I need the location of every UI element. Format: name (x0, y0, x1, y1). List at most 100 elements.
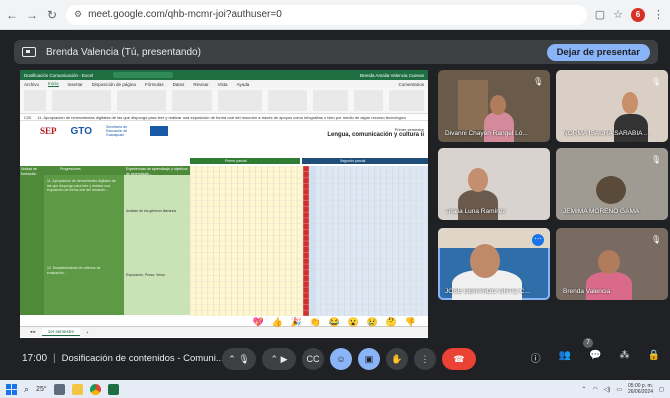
parcial-1-label: Primer parcial (225, 159, 247, 163)
screen: ← → ↻ ⚙ meet.google.com/qhb-mcmr-joi?aut… (0, 0, 670, 398)
bookmark-star-icon[interactable]: ☆ (613, 8, 623, 21)
microphone-button[interactable]: ⌃ 🎙 (222, 348, 256, 370)
reaction-emoji[interactable]: 💖 (252, 316, 265, 329)
sheet-logos: SEP GTO Secretaría de Educación de Guana… (40, 125, 168, 137)
tab-nav-icon[interactable]: ◂ ▸ (30, 329, 36, 335)
menu-kebab-icon[interactable]: ⋮ (653, 8, 664, 21)
back-icon[interactable]: ← (6, 8, 18, 22)
sheet-tab[interactable]: 1er semestre (41, 328, 81, 336)
extensions-icon[interactable]: ▢ (595, 8, 605, 21)
chat-icon[interactable]: 💬 (589, 350, 601, 365)
participant-tile[interactable]: 🎙 Brenda Valencia (556, 228, 668, 300)
participant-tile[interactable]: 🎙 NORMA ISAURA SARABIA ... (556, 70, 668, 142)
weather-icon[interactable]: 25° (36, 386, 47, 393)
meeting-controls: 17:00 | Dosificación de contenidos - Com… (0, 336, 670, 380)
more-vert-icon: ⋮ (420, 353, 430, 364)
volume-icon[interactable]: ◁) (604, 386, 611, 393)
battery-icon[interactable]: ▭ (616, 386, 622, 393)
excel-menu-item[interactable]: Datos (173, 82, 185, 87)
wifi-icon[interactable]: ◠ (592, 386, 597, 393)
file-explorer-icon[interactable] (71, 383, 83, 395)
people-icon[interactable]: 👥 (559, 350, 571, 365)
muted-icon: 🎙 (651, 77, 662, 86)
leave-call-button[interactable]: ☎ (442, 348, 476, 370)
profile-avatar[interactable]: 6 (631, 7, 645, 22)
excel-menu-item[interactable]: Archivo (24, 82, 39, 87)
header-progresiones-text: Progresiones (60, 167, 81, 171)
captions-button[interactable]: CC (302, 348, 324, 370)
muted-icon: 🎙 (651, 155, 662, 164)
system-tray: ⌃ ◠ ◁) ▭ 05:00 p. m. 26/06/2024 ◻ (581, 383, 664, 395)
participant-name: JEMIMA MORENO GAMA (563, 208, 640, 215)
schedule-grid (190, 166, 428, 316)
present-button[interactable]: ▣ (358, 348, 380, 370)
excel-menu-item[interactable]: Revisar (193, 82, 208, 87)
reaction-emoji[interactable]: 👎 (404, 316, 417, 329)
chevron-up-icon: ⌃ (228, 353, 236, 364)
url-text: meet.google.com/qhb-mcmr-joi?authuser=0 (88, 9, 282, 20)
excel-icon[interactable] (107, 383, 119, 395)
reaction-emoji[interactable]: 👏 (309, 316, 322, 329)
excel-menu-item[interactable]: Fórmulas (145, 82, 164, 87)
participant-tile-active[interactable]: ⋯ JOSE GERARDO ORTIZ C... (438, 228, 550, 300)
institution-logo (150, 126, 168, 136)
activities-icon[interactable]: ⁂ (620, 350, 630, 365)
notification-icon[interactable]: ◻ (659, 386, 664, 393)
browser-actions: ▢ ☆ 6 ⋮ (595, 7, 664, 22)
meeting-title: Dosificación de contenidos - Comuni... (61, 352, 224, 364)
title-separator: | (53, 352, 56, 364)
excel-menu-item[interactable]: Disposición de página (92, 82, 136, 87)
reaction-emoji[interactable]: 😮 (347, 316, 360, 329)
reaction-emoji[interactable]: 🤔 (385, 316, 398, 329)
chrome-icon[interactable] (89, 383, 101, 395)
clock[interactable]: 05:00 p. m. 26/06/2024 (628, 383, 653, 395)
reaction-emoji[interactable]: 😂 (328, 316, 341, 329)
excel-ribbon (20, 88, 428, 114)
excel-menu-item[interactable]: Inicio (48, 81, 59, 87)
meeting-time: 17:00 (22, 352, 48, 364)
info-icon[interactable]: ⓘ (531, 350, 541, 365)
camera-button[interactable]: ⌃ ▶ (262, 348, 296, 370)
participant-tile[interactable]: 🎙 JEMIMA MORENO GAMA (556, 148, 668, 220)
muted-icon: 🎙 (651, 235, 662, 244)
windows-start-icon[interactable] (6, 383, 17, 395)
present-screen-icon (22, 47, 36, 57)
experiencia-text-1: Análisis de los géneros literarios (126, 209, 177, 213)
parcial-2-label: Segundo parcial (340, 159, 366, 163)
participant-tile[interactable]: Thalia Luna Ramírez (438, 148, 550, 220)
cell-reference: C20 (24, 114, 32, 120)
search-icon[interactable]: ⌕ (24, 384, 29, 395)
task-view-icon[interactable] (53, 383, 65, 395)
excel-formula-bar: C20 11. Apropiación de herramientas digi… (20, 114, 428, 121)
emoji-icon: ☺ (336, 354, 346, 364)
reaction-emoji[interactable]: 😢 (366, 316, 379, 329)
chevron-up-icon[interactable]: ⌃ (581, 386, 586, 393)
hand-icon: ✋ (391, 353, 403, 364)
address-bar[interactable]: ⚙ meet.google.com/qhb-mcmr-joi?authuser=… (66, 4, 587, 25)
emoji-button[interactable]: ☺ (330, 348, 352, 370)
excel-menu-item[interactable]: Ayuda (237, 82, 250, 87)
windows-taskbar: ⌕ 25° ⌃ ◠ ◁) ▭ 05:00 p. m. 26/06/2024 ◻ (0, 380, 670, 398)
reaction-emoji[interactable]: 👍 (271, 316, 284, 329)
excel-menu-item[interactable]: Insertar (68, 82, 83, 87)
stop-presenting-button[interactable]: Dejar de presentar (546, 43, 650, 61)
present-icon: ▣ (364, 353, 374, 364)
sep-logo: SEP (40, 126, 57, 136)
more-options-icon[interactable]: ⋯ (532, 234, 544, 246)
gto-logo-subtitle: Secretaría de Educación de Guanajuato (106, 125, 128, 137)
sheet-header: Primer semestre Lengua, comunicación y c… (327, 127, 424, 138)
participant-name: JOSE GERARDO ORTIZ C... (445, 288, 530, 295)
excel-search-box (113, 72, 174, 78)
add-sheet-icon[interactable]: + (86, 330, 89, 335)
comments-button[interactable]: Comentarios (398, 82, 424, 87)
participant-tile[interactable]: 🎙 Divanni Chayén Rangel Ló... (438, 70, 550, 142)
more-options-button[interactable]: ⋮ (414, 348, 436, 370)
shared-screen: Dosificación Comunicación - Excel Brenda… (20, 70, 428, 338)
raise-hand-button[interactable]: ✋ (386, 348, 408, 370)
forward-icon[interactable]: → (26, 8, 38, 22)
reaction-emoji[interactable]: 🎉 (290, 316, 303, 329)
excel-menu-item[interactable]: Vista (218, 82, 228, 87)
site-settings-icon[interactable]: ⚙ (74, 9, 82, 20)
reload-icon[interactable]: ↻ (46, 8, 58, 22)
host-controls-icon[interactable]: 🔒 (648, 350, 660, 365)
